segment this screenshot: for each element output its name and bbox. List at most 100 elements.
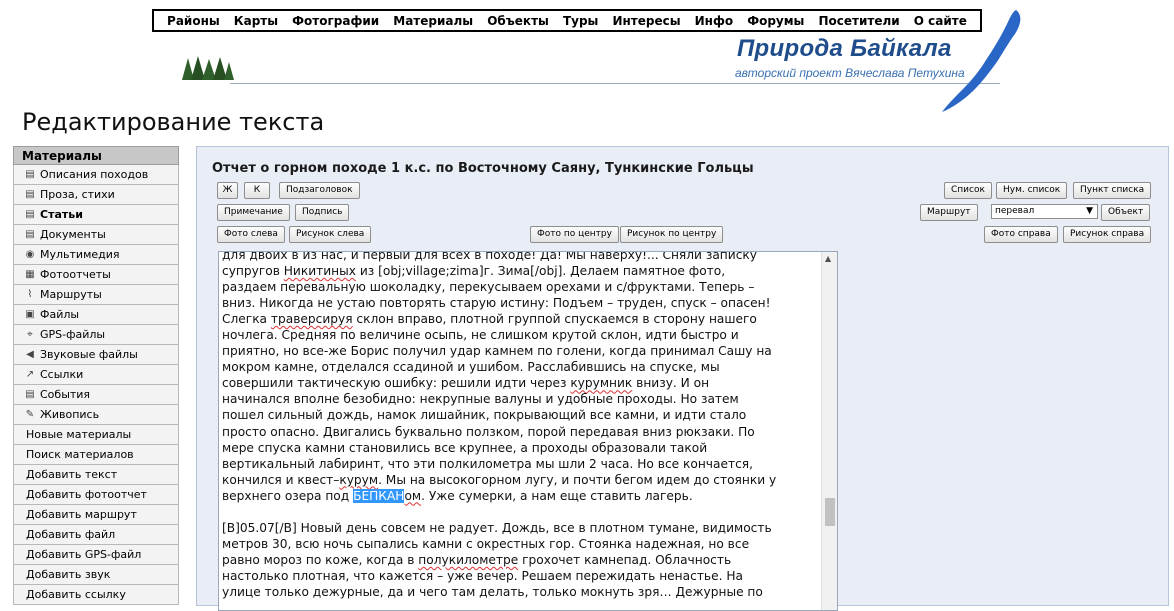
nav-visitors[interactable]: Посетители (818, 14, 899, 28)
sidebar-item-photo-reports[interactable]: ▦ Фотоотчеты (13, 265, 179, 285)
sidebar-item-multimedia[interactable]: ◉ Мультимедия (13, 245, 179, 265)
nav-maps[interactable]: Карты (234, 14, 278, 28)
sidebar-item-label: Фотоотчеты (40, 267, 111, 281)
sidebar-item-label: Мультимедия (40, 247, 120, 261)
editor-line: мере спуска камни становились все крупне… (222, 440, 708, 455)
sidebar-item-label: Добавить фотоотчет (26, 487, 147, 501)
nav-objects[interactable]: Объекты (487, 14, 549, 28)
sidebar-item-label: Добавить файл (26, 527, 116, 541)
misspelled-word: курум (339, 472, 379, 487)
editor-line: начинался вполне безобидно: некрупные ва… (222, 392, 739, 407)
nav-info[interactable]: Инфо (695, 14, 733, 28)
scroll-up-icon[interactable]: ▲ (825, 254, 831, 263)
bold-button[interactable]: Ж (217, 182, 238, 199)
sidebar-item-articles[interactable]: ▤ Статьи (13, 205, 179, 225)
sidebar-item-links[interactable]: ↗ Ссылки (13, 365, 179, 385)
list-item-button[interactable]: Пункт списка (1073, 182, 1152, 199)
sidebar-item-add-link[interactable]: Добавить ссылку (13, 585, 179, 605)
sidebar-item-label: Добавить текст (26, 467, 118, 481)
nav-regions[interactable]: Районы (167, 14, 220, 28)
sidebar-item-label: GPS-файлы (40, 327, 106, 341)
sidebar-item-add-text[interactable]: Добавить текст (13, 465, 179, 485)
misspelled-word: курумник (570, 376, 633, 391)
route-button[interactable]: Маршрут (920, 204, 978, 221)
nav-materials[interactable]: Материалы (393, 14, 473, 28)
italic-button[interactable]: К (244, 182, 270, 199)
numbered-list-button[interactable]: Нум. список (996, 182, 1068, 199)
sidebar-item-search-materials[interactable]: Поиск материалов (13, 445, 179, 465)
nav-forums[interactable]: Форумы (747, 14, 804, 28)
trees-logo-icon (182, 56, 234, 80)
nav-interests[interactable]: Интересы (612, 14, 680, 28)
sidebar-item-label: Добавить маршрут (26, 507, 137, 521)
sidebar-item-label: Живопись (40, 407, 100, 421)
editor-line: ночлега. Средняя по величине осыпь, не с… (222, 328, 739, 343)
route-icon: ⌇ (27, 288, 33, 300)
note-button[interactable]: Примечание (217, 204, 290, 221)
object-type-value: перевал (995, 206, 1035, 216)
editor-line: вниз. Никогда не устаю повторять старую … (222, 296, 771, 311)
sidebar-item-new-materials[interactable]: Новые материалы (13, 425, 179, 445)
misspelled-word: Никитиных (283, 264, 356, 279)
photo-left-button[interactable]: Фото слева (217, 226, 285, 243)
sidebar-item-files[interactable]: ▣ Файлы (13, 305, 179, 325)
nav-tours[interactable]: Туры (563, 14, 598, 28)
sidebar-item-label: Добавить GPS-файл (26, 547, 142, 561)
sidebar-item-trip-reports[interactable]: ▤ Описания походов (13, 165, 179, 185)
disk-icon: ▣ (25, 308, 35, 320)
object-type-select[interactable]: перевал ▼ (991, 204, 1098, 219)
lake-baikal-logo-icon (942, 10, 1021, 112)
site-title[interactable]: Природа Байкала (737, 35, 952, 63)
editor-line: настолько плотная, что кажется – уже веч… (222, 568, 743, 583)
sidebar-item-label: Статьи (40, 207, 83, 221)
scrollbar-thumb[interactable] (825, 498, 835, 526)
sidebar-item-label: Файлы (40, 307, 80, 321)
play-icon: ◉ (25, 248, 35, 260)
text-editor[interactable]: для двоих в из нас, и первый для всех в … (218, 251, 838, 611)
sidebar-item-routes[interactable]: ⌇ Маршруты (13, 285, 179, 305)
picture-center-button[interactable]: Рисунок по центру (620, 226, 724, 243)
sidebar-item-documents[interactable]: ▤ Документы (13, 225, 179, 245)
sidebar-item-add-file[interactable]: Добавить файл (13, 525, 179, 545)
editor-line: совершили тактическую ошибку: решили идт… (222, 376, 710, 391)
top-navigation: Районы Карты Фотографии Материалы Объект… (152, 9, 982, 32)
sidebar-item-add-sound[interactable]: Добавить звук (13, 565, 179, 585)
sidebar-item-add-photo-report[interactable]: Добавить фотоотчет (13, 485, 179, 505)
gps-icon: ⌖ (27, 328, 33, 340)
subheading-button[interactable]: Подзаголовок (279, 182, 360, 199)
list-icon: ▤ (25, 388, 35, 400)
sidebar-item-prose[interactable]: ▤ Проза, стихи (13, 185, 179, 205)
editor-line: улице только дежурные, да и чего там дел… (222, 584, 763, 599)
sidebar-item-add-gps-file[interactable]: Добавить GPS-файл (13, 545, 179, 565)
sidebar-item-label: Добавить звук (26, 567, 111, 581)
editor-line: супругов Никитиных из [obj;village;zima]… (222, 264, 726, 279)
picture-right-button[interactable]: Рисунок справа (1063, 226, 1152, 243)
sidebar-item-label: Звуковые файлы (40, 347, 138, 361)
list-button[interactable]: Список (944, 182, 992, 199)
sidebar-item-label: Описания походов (40, 167, 149, 181)
editor-line: для двоих в из нас, и первый для всех в … (222, 251, 757, 262)
sidebar-item-label: Ссылки (40, 367, 84, 381)
sidebar-item-sound-files[interactable]: ◀ Звуковые файлы (13, 345, 179, 365)
sidebar-item-label: Новые материалы (26, 427, 132, 441)
photo-center-button[interactable]: Фото по центру (530, 226, 619, 243)
header-divider (230, 83, 1000, 84)
caption-button[interactable]: Подпись (295, 204, 350, 221)
editor-line: вертикальный лабиринт, что эти полкиломе… (222, 456, 753, 471)
dropdown-arrow-icon: ▼ (1086, 206, 1093, 216)
editor-line: просто опасно. Двигались буквально ползк… (222, 424, 755, 439)
site-subtitle: авторский проект Вячеслава Петухина (735, 66, 965, 80)
nav-photos[interactable]: Фотографии (292, 14, 379, 28)
editor-panel: Отчет о горном походе 1 к.с. по Восточно… (196, 146, 1169, 611)
picture-left-button[interactable]: Рисунок слева (289, 226, 372, 243)
sidebar-item-gps-files[interactable]: ⌖ GPS-файлы (13, 325, 179, 345)
sidebar-item-add-route[interactable]: Добавить маршрут (13, 505, 179, 525)
sidebar-item-label: Документы (40, 227, 106, 241)
editor-scrollbar[interactable]: ▲ (821, 252, 837, 610)
sidebar-item-painting[interactable]: ✎ Живопись (13, 405, 179, 425)
sidebar-item-events[interactable]: ▤ События (13, 385, 179, 405)
photo-right-button[interactable]: Фото справа (984, 226, 1058, 243)
object-button[interactable]: Объект (1101, 204, 1151, 221)
editor-content[interactable]: для двоих в из нас, и первый для всех в … (222, 251, 820, 600)
sidebar-item-label: Маршруты (40, 287, 102, 301)
